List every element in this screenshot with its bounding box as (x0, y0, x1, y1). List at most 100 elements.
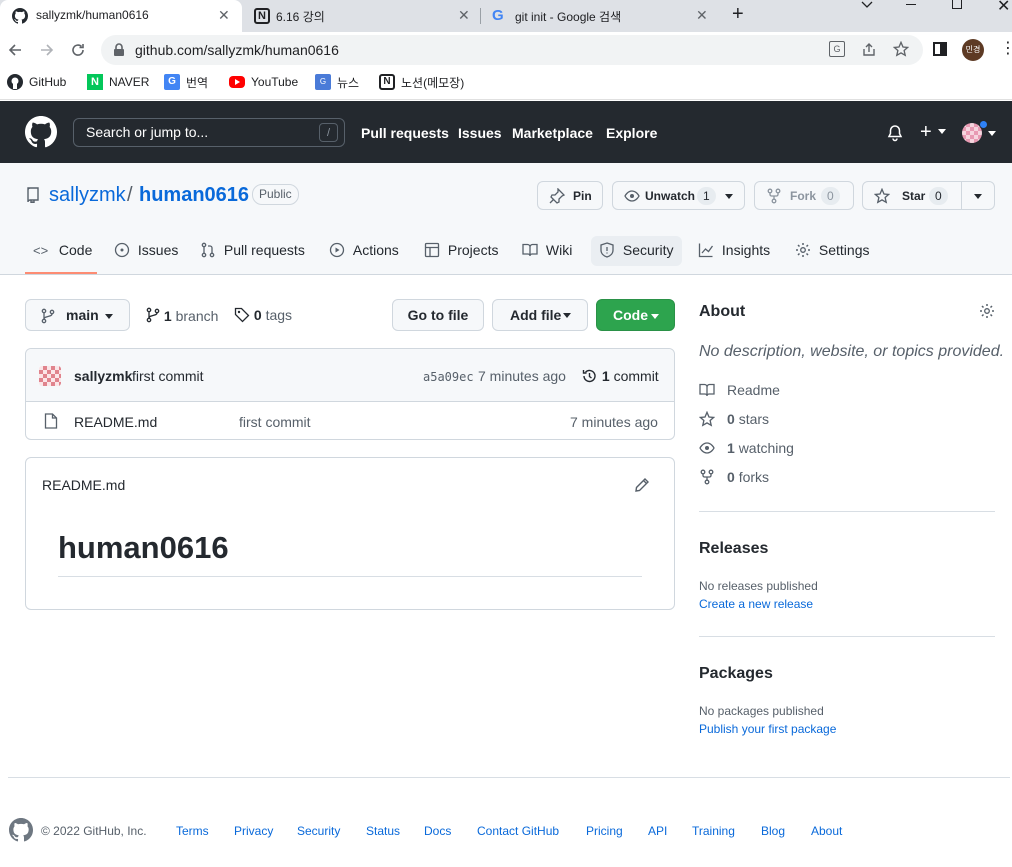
file-name-link[interactable]: README.md (74, 414, 157, 430)
nav-explore[interactable]: Explore (606, 125, 657, 141)
footer-link-terms[interactable]: Terms (176, 824, 209, 838)
browser-menu-icon[interactable]: ⋮ (1000, 39, 1012, 59)
releases-title[interactable]: Releases (699, 540, 768, 558)
tab-code[interactable]: <> Code (33, 242, 92, 258)
bookmark-notion[interactable]: N 노션(메모장) (379, 74, 464, 90)
readme-link[interactable]: Readme (727, 382, 780, 398)
tab-close-icon[interactable]: ✕ (696, 7, 708, 24)
repo-name-link[interactable]: human0616 (139, 184, 249, 207)
tag-icon (234, 307, 250, 323)
tab-wiki[interactable]: Wiki (522, 242, 572, 258)
file-commit-message-link[interactable]: first commit (239, 414, 311, 430)
browser-tab-active[interactable]: sallyzmk/human0616 ✕ (0, 0, 242, 32)
footer-link-privacy[interactable]: Privacy (234, 824, 273, 838)
tab-security-label: Security (622, 242, 674, 258)
commit-time: 7 minutes ago (478, 368, 566, 384)
new-tab-icon[interactable]: + (732, 3, 744, 26)
graph-icon (698, 243, 714, 258)
create-release-link[interactable]: Create a new release (699, 597, 813, 611)
nav-pull-requests[interactable]: Pull requests (361, 125, 449, 141)
profile-avatar[interactable]: 민경 (962, 39, 984, 61)
github-footer-logo-icon[interactable] (9, 818, 33, 842)
footer-link-about[interactable]: About (811, 824, 842, 838)
star-count: 0 (929, 187, 948, 205)
share-icon[interactable] (861, 42, 877, 58)
star-button[interactable]: Star 0 (862, 181, 995, 210)
branch-caret-icon (105, 314, 113, 319)
publish-package-link[interactable]: Publish your first package (699, 722, 836, 736)
footer-link-security[interactable]: Security (297, 824, 340, 838)
bell-icon[interactable] (887, 125, 903, 142)
issue-icon (114, 242, 130, 258)
gear-icon[interactable] (979, 303, 995, 319)
commit-author-avatar[interactable] (39, 366, 61, 386)
footer-link-blog[interactable]: Blog (761, 824, 785, 838)
footer-link-docs[interactable]: Docs (424, 824, 451, 838)
tab-settings[interactable]: Settings (795, 242, 869, 258)
commit-author-link[interactable]: sallyzmk (74, 368, 132, 384)
forward-arrow-icon[interactable] (39, 42, 55, 58)
branches-link[interactable]: 1 branch (146, 307, 218, 324)
watching-link[interactable]: 1 watching (727, 440, 794, 456)
tab-pull-requests[interactable]: Pull requests (200, 242, 305, 258)
file-icon (44, 413, 58, 429)
code-button[interactable]: Code (596, 299, 675, 331)
bookmark-news[interactable]: G 뉴스 (315, 74, 359, 90)
lock-icon[interactable] (113, 43, 125, 57)
pencil-icon[interactable] (634, 477, 650, 493)
eye-icon (699, 442, 715, 454)
footer-link-status[interactable]: Status (366, 824, 400, 838)
bookmark-naver[interactable]: N NAVER (87, 74, 149, 90)
unwatch-button[interactable]: Unwatch 1 (612, 181, 745, 210)
create-plus-icon[interactable]: + (920, 121, 932, 144)
commit-message-link[interactable]: first commit (132, 368, 204, 384)
tab-security[interactable]: Security (599, 242, 673, 258)
browser-tab[interactable]: G git init - Google 검색 ✕ (480, 0, 718, 32)
bookmark-github[interactable]: GitHub (7, 74, 66, 90)
minimize-icon[interactable] (906, 4, 916, 5)
branch-count: 1 (163, 308, 172, 324)
tab-issues[interactable]: Issues (114, 242, 178, 258)
tab-close-icon[interactable]: ✕ (218, 7, 230, 24)
tab-close-icon[interactable]: ✕ (458, 7, 470, 24)
translate-icon[interactable]: G (829, 41, 845, 57)
tab-projects[interactable]: Projects (424, 242, 498, 258)
commits-history-link[interactable]: 1 commit (581, 368, 659, 384)
back-arrow-icon[interactable] (7, 42, 23, 58)
add-file-button[interactable]: Add file (492, 299, 588, 331)
user-menu-caret-icon[interactable] (988, 131, 996, 136)
tab-insights[interactable]: Insights (698, 242, 770, 258)
commit-hash-link[interactable]: a5a09ec (423, 370, 474, 384)
footer-link-training[interactable]: Training (692, 824, 735, 838)
pin-button[interactable]: Pin (537, 181, 603, 210)
maximize-icon[interactable] (952, 0, 962, 9)
create-dropdown-caret-icon[interactable] (938, 129, 946, 134)
window-close-icon[interactable]: ✕ (997, 0, 1010, 16)
tab-search-chevron-icon[interactable] (860, 0, 874, 10)
go-to-file-button[interactable]: Go to file (392, 299, 484, 331)
reload-icon[interactable] (70, 42, 86, 58)
browser-tab[interactable]: N 6.16 강의 ✕ (242, 0, 480, 32)
nav-marketplace[interactable]: Marketplace (512, 125, 593, 141)
footer-link-pricing[interactable]: Pricing (586, 824, 623, 838)
stars-link[interactable]: 0 stars (727, 411, 769, 427)
packages-title[interactable]: Packages (699, 665, 773, 683)
star-list-caret-icon[interactable] (974, 194, 982, 199)
bookmark-translate[interactable]: G 번역 (164, 74, 208, 90)
pin-icon (549, 188, 565, 204)
bookmark-youtube[interactable]: YouTube (229, 74, 298, 90)
repo-owner-link[interactable]: sallyzmk (49, 184, 126, 207)
tab-actions[interactable]: Actions (329, 242, 399, 258)
side-panel-icon[interactable] (933, 42, 947, 56)
branch-select-button[interactable]: main (25, 299, 130, 331)
footer-link-api[interactable]: API (648, 824, 667, 838)
url-text[interactable]: github.com/sallyzmk/human0616 (135, 42, 339, 58)
github-logo-icon[interactable] (25, 116, 57, 148)
footer-link-contact[interactable]: Contact GitHub (477, 824, 559, 838)
fork-button[interactable]: Fork 0 (754, 181, 854, 210)
bookmark-star-icon[interactable] (893, 41, 909, 57)
forks-link[interactable]: 0 forks (727, 469, 769, 485)
bookmark-label: 노션(메모장) (401, 75, 465, 90)
nav-issues[interactable]: Issues (458, 125, 502, 141)
tags-link[interactable]: 0 tags (234, 307, 292, 323)
